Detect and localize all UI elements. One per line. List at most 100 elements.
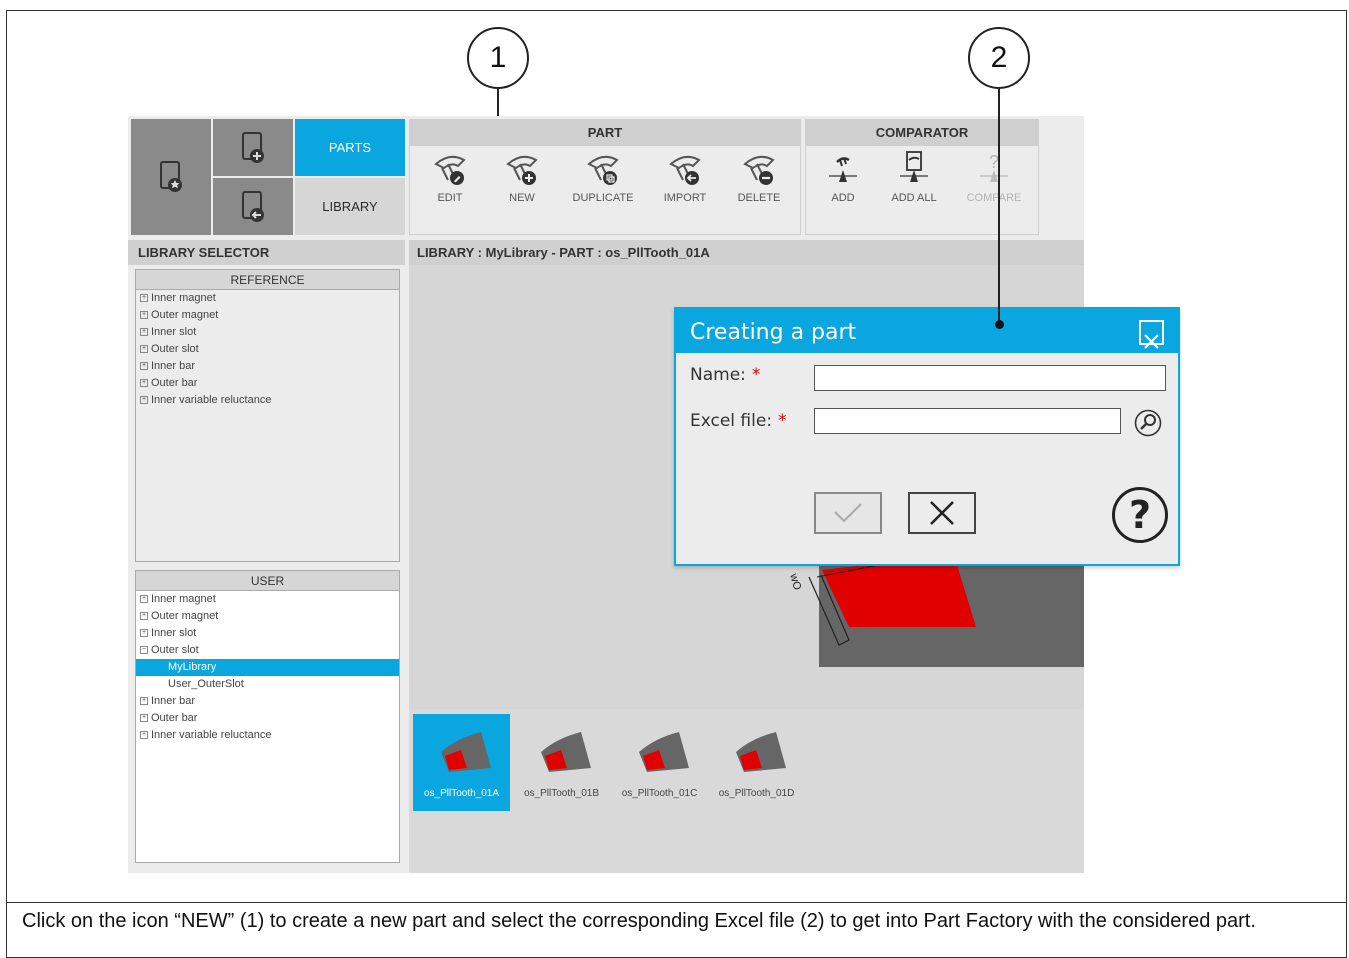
excel-file-field[interactable] (814, 408, 1121, 434)
search-icon (1134, 409, 1162, 437)
compare-button[interactable]: ? COMPARE (959, 150, 1029, 204)
delete-label: DELETE (737, 192, 781, 204)
tree-item[interactable]: + Inner slot (136, 625, 399, 642)
expand-icon: + (140, 294, 148, 303)
tree-item[interactable]: + Inner variable reluctance (136, 392, 399, 409)
callout-2-leader (998, 89, 1000, 322)
duplicate-button[interactable]: DUPLICATE (568, 150, 638, 204)
favorites-tile[interactable] (131, 119, 211, 235)
expand-icon: + (140, 328, 148, 337)
delete-part-icon (743, 155, 775, 185)
required-mark: * (751, 365, 761, 385)
tree-item[interactable]: − Outer slot (136, 642, 399, 659)
new-label: NEW (509, 192, 535, 204)
new-part-icon (506, 155, 538, 185)
thumbnail-item[interactable]: os_PllTooth_01D (708, 714, 805, 811)
add-all-label: ADD ALL (891, 192, 937, 204)
part-thumbnail-icon (638, 732, 689, 772)
reference-tree: REFERENCE + Inner magnet + Outer magnet + I… (135, 269, 400, 562)
callout-2: 2 (968, 27, 1030, 89)
tab-parts[interactable]: PARTS (295, 119, 405, 176)
cancel-icon (930, 501, 954, 525)
add-book-icon (242, 131, 264, 163)
breadcrumb: LIBRARY : MyLibrary - PART : os_PllTooth… (409, 240, 1084, 265)
expand-icon: + (140, 345, 148, 354)
required-mark: * (778, 411, 787, 431)
star-book-icon (160, 161, 182, 192)
browse-button[interactable] (1134, 409, 1162, 437)
expand-icon: + (140, 595, 148, 604)
thumbnail-strip: os_PllTooth_01A os_PllTooth_01B os_PllTo… (409, 709, 1084, 873)
thumbnail-item[interactable]: os_PllTooth_01A (413, 714, 510, 811)
close-button[interactable] (1139, 320, 1164, 349)
confirm-button[interactable] (814, 492, 882, 534)
tree-item[interactable]: + Outer bar (136, 375, 399, 392)
comparator-toolbar-group: COMPARATOR ADD ADD ALL ? COMPARE (805, 119, 1039, 235)
import-library-tile[interactable] (213, 178, 293, 235)
tree-item[interactable]: + Outer magnet (136, 307, 399, 324)
user-header: USER (136, 571, 399, 591)
new-part-button[interactable]: NEW (487, 150, 557, 204)
import-part-icon (669, 155, 701, 185)
part-thumbnail-icon (440, 732, 491, 772)
dialog-title: Creating a part (690, 320, 857, 345)
add-compare-icon (829, 157, 857, 182)
cancel-button[interactable] (908, 492, 976, 534)
user-tree: USER + Inner magnet + Outer magnet + Inner … (135, 570, 400, 863)
dialog-title-bar: Creating a part (676, 309, 1178, 353)
tree-item[interactable]: User_OuterSlot (136, 676, 399, 693)
edit-label: EDIT (437, 192, 463, 204)
tree-item-mylibrary[interactable]: MyLibrary (136, 659, 399, 676)
delete-button[interactable]: DELETE (724, 150, 794, 204)
tree-item[interactable]: + Inner magnet (136, 591, 399, 608)
dim-label: wO (787, 571, 803, 591)
new-library-tile[interactable] (213, 119, 293, 176)
thumbnail-item[interactable]: os_PllTooth_01B (513, 714, 610, 811)
check-icon (834, 503, 862, 523)
tab-library[interactable]: LIBRARY (295, 178, 405, 235)
name-label: Name: * (690, 365, 761, 385)
expand-icon: + (140, 731, 148, 740)
tree-item[interactable]: + Outer bar (136, 710, 399, 727)
edit-button[interactable]: EDIT (415, 150, 485, 204)
expand-icon: + (140, 629, 148, 638)
tree-item[interactable]: + Outer magnet (136, 608, 399, 625)
part-toolbar-group: PART EDIT NEW DUPLICATE IMPORT DELETE (409, 119, 801, 235)
import-label: IMPORT (663, 192, 707, 204)
part-thumbnail-icon (540, 732, 591, 772)
expand-icon: + (140, 379, 148, 388)
expand-icon: + (140, 396, 148, 405)
import-button[interactable]: IMPORT (650, 150, 720, 204)
add-all-compare-icon (900, 151, 928, 182)
add-button[interactable]: ADD (808, 150, 878, 204)
expand-icon: + (140, 697, 148, 706)
edit-part-icon (434, 155, 466, 185)
tree-item[interactable]: + Inner slot (136, 324, 399, 341)
add-label: ADD (831, 192, 855, 204)
part-group-header: PART (410, 120, 800, 146)
name-field[interactable] (814, 365, 1166, 391)
help-button[interactable]: ? (1112, 487, 1168, 543)
tree-item[interactable]: + Outer slot (136, 341, 399, 358)
expand-icon: + (140, 362, 148, 371)
tree-item[interactable]: + Inner bar (136, 693, 399, 710)
tree-item[interactable]: + Inner magnet (136, 290, 399, 307)
duplicate-label: DUPLICATE (572, 192, 634, 204)
compare-icon: ? (980, 152, 1008, 182)
duplicate-part-icon (587, 155, 619, 185)
figure-caption: Click on the icon “NEW” (1) to create a … (22, 910, 1256, 932)
create-part-dialog: Creating a part Name: * Excel file: * ? (674, 307, 1180, 566)
tree-item[interactable]: + Inner variable reluctance (136, 727, 399, 744)
close-icon (1144, 334, 1159, 349)
callout-2-dot (995, 320, 1004, 329)
excel-file-label: Excel file: * (690, 411, 787, 431)
compare-label: COMPARE (966, 192, 1022, 204)
expand-icon: + (140, 612, 148, 621)
caption-divider (6, 902, 1347, 903)
reference-header: REFERENCE (136, 270, 399, 290)
tree-item[interactable]: + Inner bar (136, 358, 399, 375)
thumbnail-item[interactable]: os_PllTooth_01C (611, 714, 708, 811)
expand-icon: + (140, 311, 148, 320)
import-book-icon (242, 190, 264, 222)
add-all-button[interactable]: ADD ALL (879, 150, 949, 204)
